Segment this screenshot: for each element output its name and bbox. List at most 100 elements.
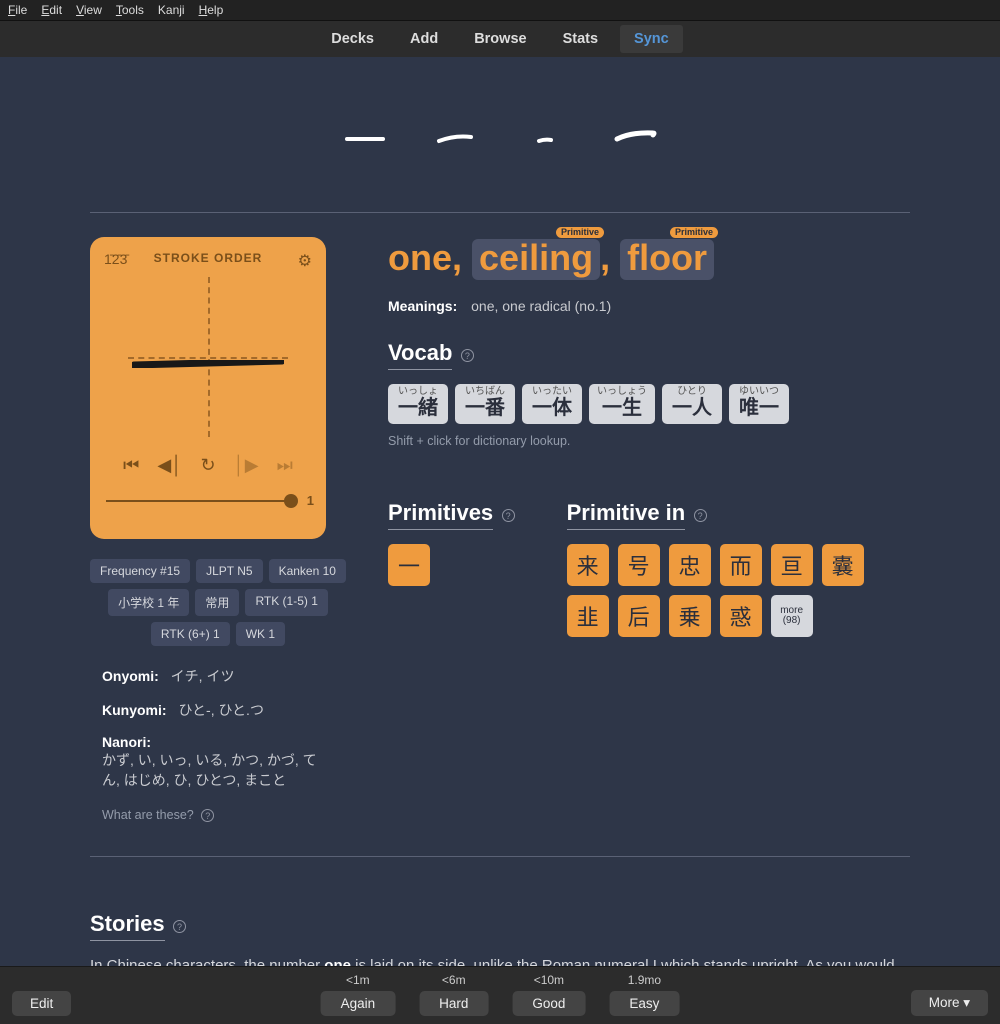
help-icon[interactable]: ? — [502, 509, 515, 522]
meanings-label: Meanings: — [388, 298, 457, 314]
meanings-value: one, one radical (no.1) — [471, 298, 611, 314]
primitive-badge: Primitive — [670, 227, 718, 238]
good-button[interactable]: Good — [512, 991, 585, 1016]
stroke-frame-2 — [431, 117, 479, 157]
menu-edit[interactable]: Edit — [41, 3, 62, 17]
primitive-in-tile[interactable]: 韭 — [567, 595, 609, 637]
primitive-in-heading: Primitive in — [567, 500, 686, 530]
good-time: <10m — [512, 973, 585, 987]
more-button[interactable]: More ▾ — [911, 990, 988, 1016]
stroke-frame-3 — [521, 117, 569, 157]
prev-frame-icon[interactable]: ◀│ — [157, 455, 182, 476]
primitive-in-more[interactable]: more (98) — [771, 595, 813, 637]
stroke-frame-number: 1 — [307, 493, 314, 508]
nav-sync[interactable]: Sync — [620, 25, 683, 53]
replay-icon[interactable]: ↻ — [200, 455, 215, 476]
help-icon: ? — [201, 809, 214, 822]
primitive-in-grid: 来 号 忠 而 亘 囊 韭 后 乗 惑 more (9 — [567, 544, 877, 637]
stroke-frames-strip — [90, 57, 910, 212]
primitive-in-tile[interactable]: 囊 — [822, 544, 864, 586]
tag[interactable]: RTK (6+) 1 — [151, 622, 230, 646]
primitive-in-tile[interactable]: 而 — [720, 544, 762, 586]
vocab-chip[interactable]: いったい一体 — [522, 384, 582, 424]
stroke-canvas — [128, 277, 288, 437]
primitive-badge: Primitive — [556, 227, 604, 238]
nanori-value: かず, い, いっ, いる, かつ, かづ, てん, はじめ, ひ, ひとつ, … — [102, 752, 317, 788]
nav-browse[interactable]: Browse — [460, 25, 540, 53]
tag[interactable]: RTK (1-5) 1 — [245, 589, 327, 616]
stories-heading: Stories — [90, 911, 165, 941]
onyomi-value: イチ, イツ — [171, 668, 235, 684]
hard-time: <6m — [419, 973, 488, 987]
help-icon[interactable]: ? — [694, 509, 707, 522]
vocab-list: いっしょ一緒 いちばん一番 いったい一体 いっしょう一生 ひとり一人 ゆいいつ唯… — [388, 384, 910, 424]
next-frame-icon[interactable]: │▶ — [234, 455, 259, 476]
tag[interactable]: 常用 — [195, 589, 239, 616]
primitive-in-tile[interactable]: 号 — [618, 544, 660, 586]
primitive-in-tile[interactable]: 亘 — [771, 544, 813, 586]
divider — [90, 856, 910, 857]
readings: Onyomi: イチ, イツ Kunyomi: ひと-, ひと.つ Nanori… — [90, 666, 346, 790]
stroke-controls: ⏮ ◀│ ↻ │▶ ⏭ — [104, 455, 312, 476]
vocab-chip[interactable]: いっしょう一生 — [589, 384, 655, 424]
kunyomi-label: Kunyomi: — [102, 702, 167, 718]
stroke-order-icon[interactable]: 1̄2̄3̄ — [104, 251, 127, 267]
divider — [90, 212, 910, 213]
easy-time: 1.9mo — [609, 973, 679, 987]
again-time: <1m — [321, 973, 396, 987]
card-content[interactable]: 1̄2̄3̄ ⚙ STROKE ORDER ⏮ ◀│ ↻ │▶ ⏭ — [0, 57, 1000, 968]
menu-kanji[interactable]: Kanji — [158, 3, 185, 17]
nav-add[interactable]: Add — [396, 25, 452, 53]
stroke-card-title: STROKE ORDER — [104, 251, 312, 265]
tag[interactable]: Kanken 10 — [269, 559, 346, 583]
primitive-in-tile[interactable]: 忠 — [669, 544, 711, 586]
stroke-order-card: 1̄2̄3̄ ⚙ STROKE ORDER ⏮ ◀│ ↻ │▶ ⏭ — [90, 237, 326, 539]
nav-decks[interactable]: Decks — [317, 25, 388, 53]
answer-bar: Edit <1m Again <6m Hard <10m Good 1.9mo … — [0, 966, 1000, 1024]
top-nav: Decks Add Browse Stats Sync — [0, 21, 1000, 57]
keyword-one: one — [388, 237, 452, 278]
tag[interactable]: WK 1 — [236, 622, 285, 646]
edit-button[interactable]: Edit — [12, 991, 71, 1016]
stroke-frame-1 — [341, 117, 389, 157]
meanings-row: Meanings: one, one radical (no.1) — [388, 298, 910, 314]
help-icon[interactable]: ? — [461, 349, 474, 362]
vocab-heading: Vocab — [388, 340, 452, 370]
tag[interactable]: 小学校 1 年 — [108, 589, 189, 616]
vocab-chip[interactable]: ひとり一人 — [662, 384, 722, 424]
keyword-ceiling: ceilingPrimitive — [472, 239, 600, 280]
primitive-tile[interactable]: 一 — [388, 544, 430, 586]
nav-stats[interactable]: Stats — [549, 25, 612, 53]
what-are-these-link[interactable]: What are these? ? — [90, 804, 346, 822]
primitive-in-tile[interactable]: 后 — [618, 595, 660, 637]
menu-tools[interactable]: Tools — [116, 3, 144, 17]
tag[interactable]: Frequency #15 — [90, 559, 190, 583]
onyomi-label: Onyomi: — [102, 668, 159, 684]
tag[interactable]: JLPT N5 — [196, 559, 262, 583]
vocab-chip[interactable]: ゆいいつ唯一 — [729, 384, 789, 424]
gear-icon[interactable]: ⚙ — [298, 251, 312, 271]
last-frame-icon[interactable]: ⏭ — [277, 455, 293, 476]
vocab-chip[interactable]: いっしょ一緒 — [388, 384, 448, 424]
menu-view[interactable]: View — [76, 3, 102, 17]
kunyomi-value: ひと-, ひと.つ — [178, 702, 264, 718]
tag-list: Frequency #15 JLPT N5 Kanken 10 小学校 1 年 … — [90, 559, 346, 646]
primitive-in-tile[interactable]: 惑 — [720, 595, 762, 637]
menu-file[interactable]: File — [8, 3, 27, 17]
again-button[interactable]: Again — [321, 991, 396, 1016]
first-frame-icon[interactable]: ⏮ — [123, 455, 139, 476]
nanori-label: Nanori: — [102, 734, 151, 750]
hard-button[interactable]: Hard — [419, 991, 488, 1016]
menu-help[interactable]: Help — [199, 3, 224, 17]
primitives-heading: Primitives — [388, 500, 493, 530]
primitive-in-tile[interactable]: 乗 — [669, 595, 711, 637]
vocab-hint: Shift + click for dictionary lookup. — [388, 434, 910, 448]
primitive-in-tile[interactable]: 来 — [567, 544, 609, 586]
easy-button[interactable]: Easy — [609, 991, 679, 1016]
stroke-slider[interactable]: 1 — [106, 494, 310, 508]
primitives-grid: 一 — [388, 544, 515, 586]
vocab-chip[interactable]: いちばん一番 — [455, 384, 515, 424]
stroke-frame-4 — [611, 117, 659, 157]
help-icon[interactable]: ? — [173, 920, 186, 933]
keyword-floor: floorPrimitive — [620, 239, 714, 280]
